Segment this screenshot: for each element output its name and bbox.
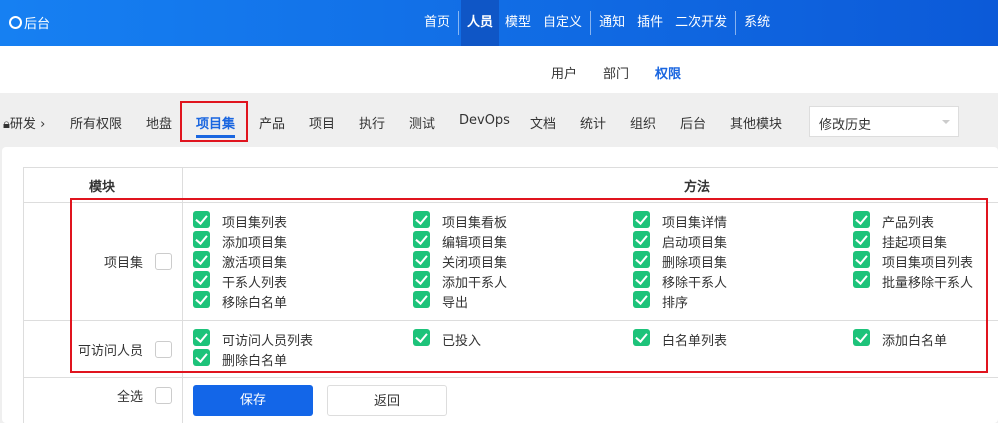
tab-item[interactable]: 测试 [409,113,435,132]
select-all-label: 全选 [116,390,143,405]
subnav-permissions[interactable]: 权限 [655,63,681,82]
nav-item[interactable]: 插件 [631,0,669,46]
brand[interactable]: 后台 [9,13,50,32]
nav-item[interactable]: 自定义 [537,0,588,46]
sub-nav: 用户 部门 权限 [0,46,998,93]
tab-item[interactable]: 组织 [630,113,656,132]
tab-item[interactable]: 统计 [580,113,606,132]
main-nav: 首页 人员 模型 自定义 通知 插件 二次开发 系统 [418,0,776,46]
brand-label: 后台 [24,17,51,32]
subnav-departments[interactable]: 部门 [603,63,629,82]
tab-item[interactable]: 其他模块 [730,113,782,132]
gear-icon [9,16,22,29]
subnav-users[interactable]: 用户 [551,63,577,82]
highlight-box-permissions [70,198,988,373]
nav-separator [458,11,460,35]
history-select-value: 修改历史 [819,118,872,133]
history-select[interactable]: 修改历史 [809,106,959,137]
nav-item[interactable]: 系统 [738,0,776,46]
nav-separator [590,11,592,35]
nav-item[interactable]: 通知 [593,0,631,46]
tab-item[interactable]: 执行 [359,113,385,132]
tab-item[interactable]: 产品 [259,113,285,132]
breadcrumb-rd[interactable]: 🔒︎研发 › [3,113,45,132]
save-button[interactable]: 保存 [193,385,313,416]
tab-item[interactable]: 项目 [309,113,335,132]
back-button[interactable]: 返回 [327,385,447,416]
tab-item[interactable]: 所有权限 [70,113,122,132]
nav-separator [735,11,737,35]
nav-item[interactable]: 模型 [499,0,537,46]
header-module: 模块 [89,180,116,195]
tab-item[interactable]: 后台 [680,113,706,132]
tab-item[interactable]: 文档 [530,113,556,132]
tab-item[interactable]: DevOps [459,113,510,128]
nav-item[interactable]: 二次开发 [669,0,733,46]
breadcrumb-label: 研发 [9,117,36,132]
nav-item[interactable]: 首页 [418,0,456,46]
tab-item[interactable]: 地盘 [146,113,172,132]
top-bar: 后台 首页 人员 模型 自定义 通知 插件 二次开发 系统 [0,0,998,46]
nav-item[interactable]: 人员 [461,0,500,46]
divider [23,377,998,378]
select-all-checkbox[interactable] [155,387,172,404]
header-method: 方法 [684,180,711,195]
highlight-box-tab [180,101,248,142]
chevron-down-icon [942,120,950,128]
